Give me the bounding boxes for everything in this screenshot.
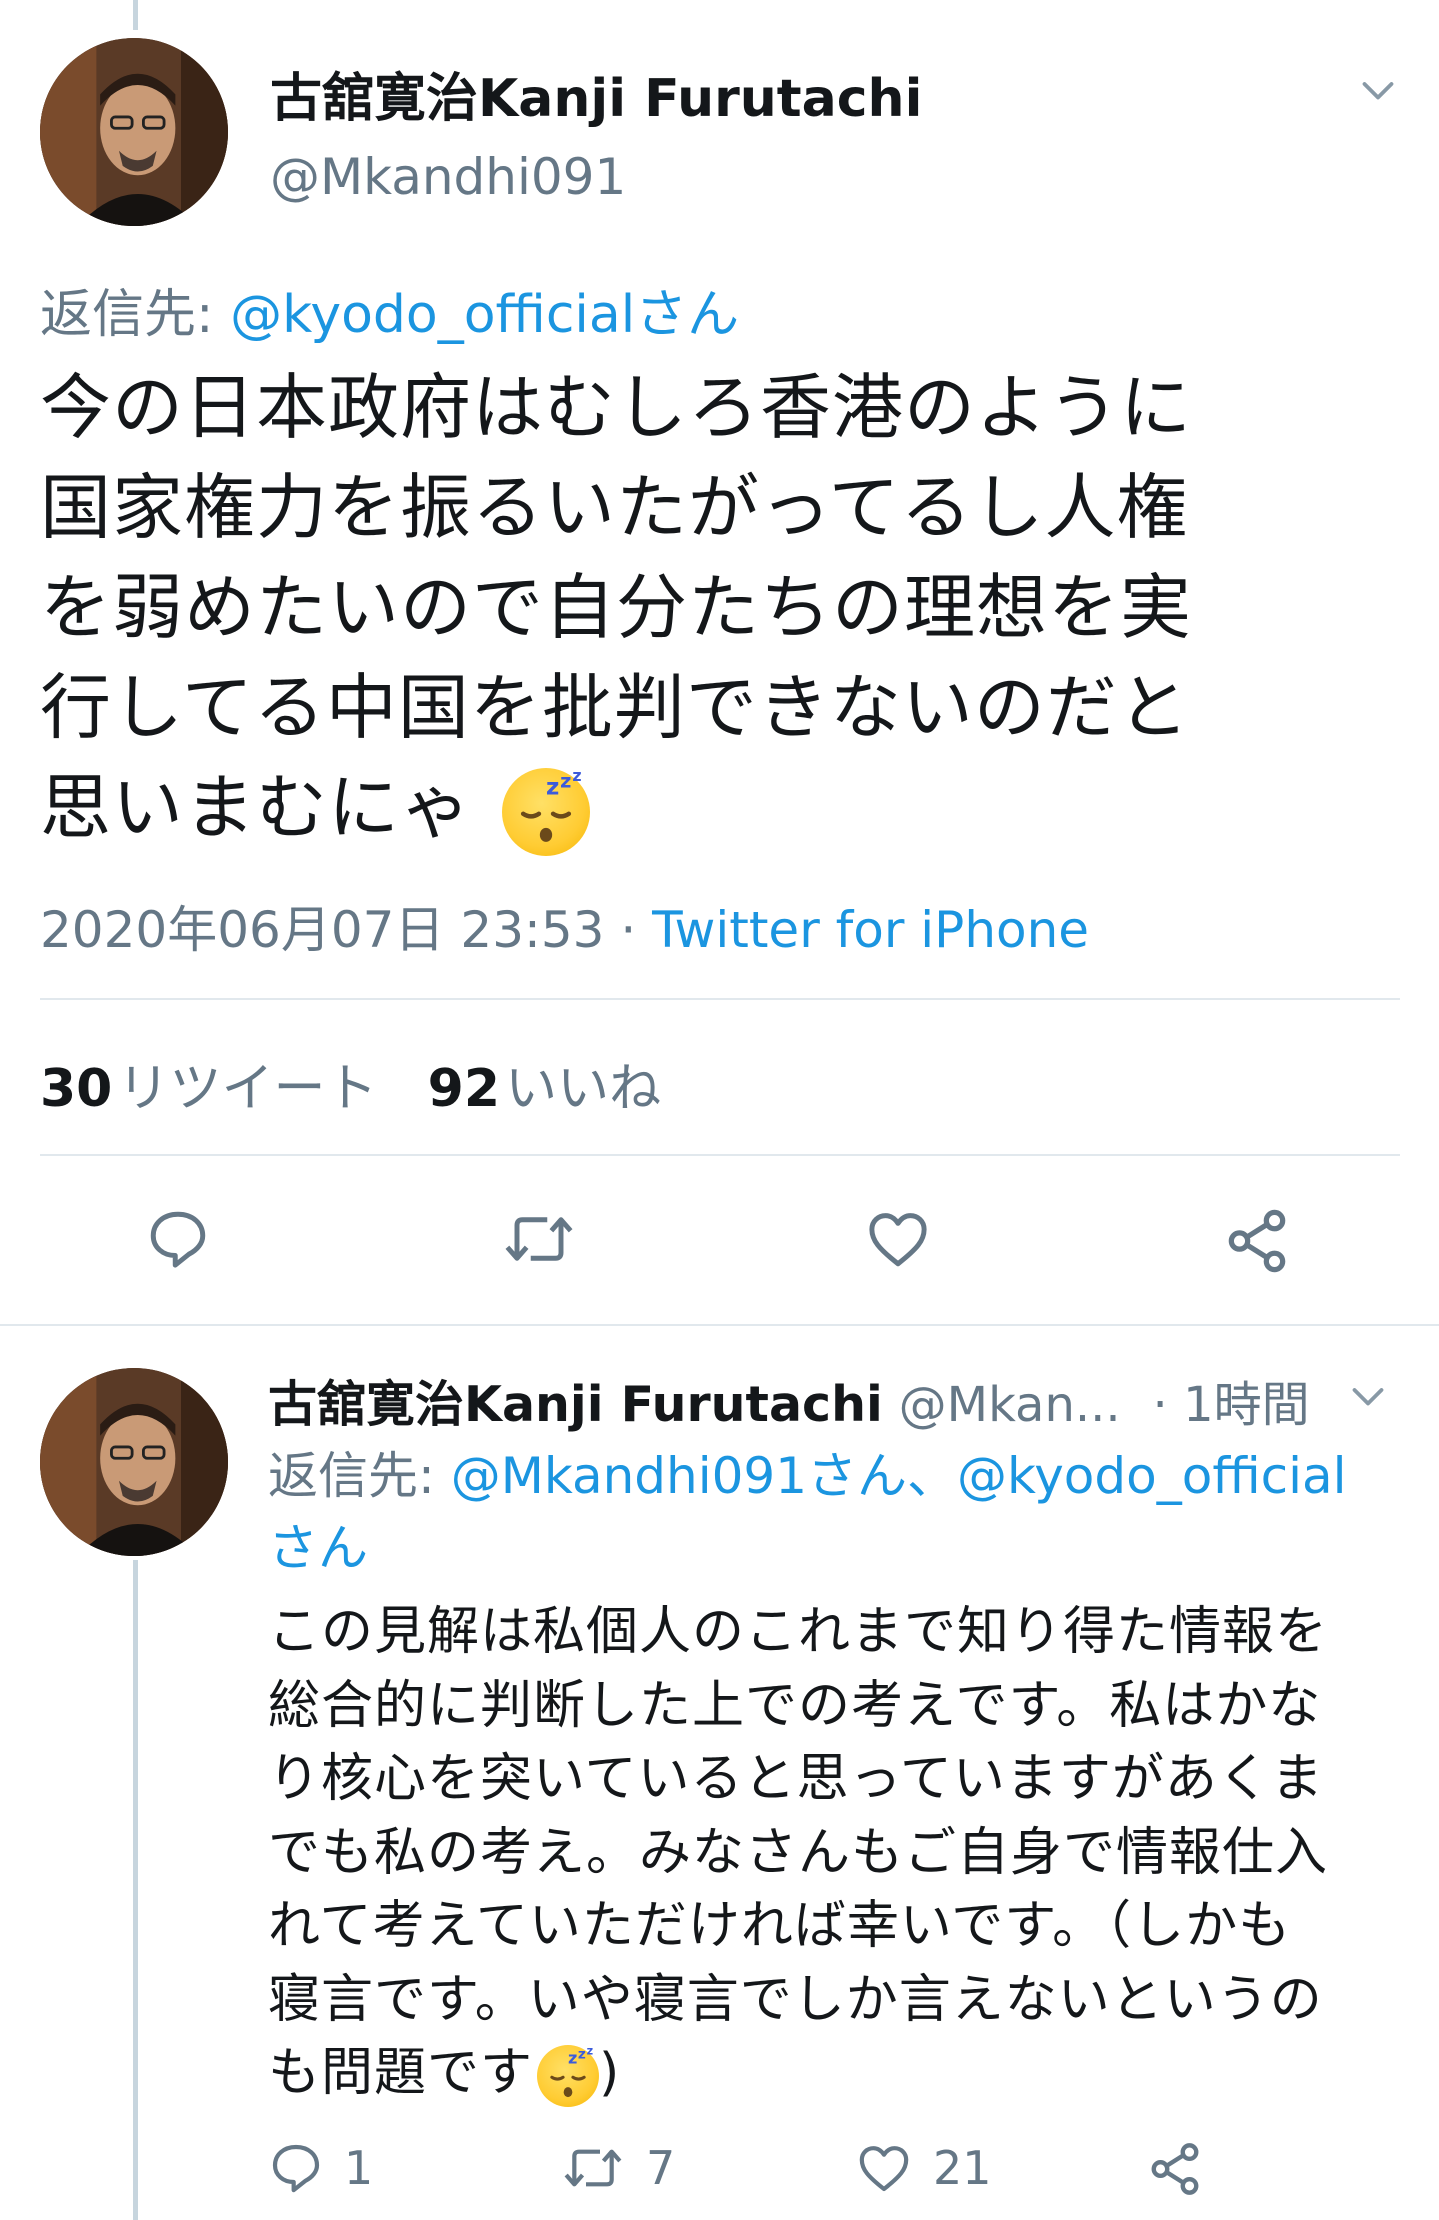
tweet-text-line: この見解は私個人のこれまで知り得た情報を xyxy=(268,1602,1329,1662)
tweet-text-line: 思いまむにゃ xyxy=(40,766,473,849)
sleeping-face-emoji-icon: z z z xyxy=(501,768,590,857)
like-button[interactable]: 21 xyxy=(855,2140,992,2196)
svg-text:z: z xyxy=(546,775,560,801)
avatar[interactable] xyxy=(40,1368,228,1556)
divider xyxy=(40,1154,1400,1156)
share-icon xyxy=(1228,1209,1286,1273)
svg-text:z: z xyxy=(572,768,582,785)
replying-to-label: 返信先: xyxy=(268,1447,451,1505)
reply-icon xyxy=(150,1211,206,1268)
retweet-icon xyxy=(505,1217,573,1261)
tweet-time: · 1時間 xyxy=(1152,1377,1310,1433)
like-icon xyxy=(859,2146,909,2192)
share-button[interactable] xyxy=(1222,1206,1292,1276)
user-handle[interactable]: @Mkandhi091 xyxy=(270,148,626,206)
reply-count: 1 xyxy=(344,2141,374,2195)
tweet-text-line: 寝言です。いや寝言でしか言えないというの xyxy=(268,1969,1323,2030)
like-button[interactable] xyxy=(864,1206,932,1272)
tweet-text-tail: ) xyxy=(599,2043,621,2103)
display-name[interactable]: 古舘寛治Kanji Furutachi xyxy=(268,1376,883,1433)
like-count[interactable]: 92 xyxy=(428,1059,500,1119)
retweet-button[interactable]: 7 xyxy=(560,2140,675,2196)
tweet-text-line: 今の日本政府はむしろ香港のように xyxy=(40,366,1193,449)
share-icon xyxy=(1151,2143,1199,2195)
replying-to-link[interactable]: さん xyxy=(268,1512,1418,1584)
retweet-count[interactable]: 30 xyxy=(40,1059,112,1119)
tweet-text-line: を弱めたいので自分たちの理想を実 xyxy=(40,566,1193,649)
tweet-text-line: 総合的に判断した上での考えです。私はかな xyxy=(268,1675,1322,1736)
timestamp-text[interactable]: 2020年06月07日 23:53 · xyxy=(40,901,652,959)
user-handle[interactable]: @Mkan... xyxy=(899,1377,1121,1433)
svg-text:z: z xyxy=(560,770,572,793)
divider xyxy=(40,998,1400,1000)
replying-to-label: 返信先: xyxy=(40,285,231,345)
replying-to-link[interactable]: @Mkandhi091さん、@kyodo_official xyxy=(451,1447,1347,1505)
display-name[interactable]: 古舘寛治Kanji Furutachi xyxy=(270,56,922,131)
tweet-separator xyxy=(0,1324,1439,1326)
chevron-down-icon[interactable] xyxy=(1360,72,1396,108)
avatar[interactable] xyxy=(40,38,228,226)
tweet-text-line: でも私の考え。みなさんもご自身で情報仕入 xyxy=(268,1822,1329,1883)
avatar-portrait xyxy=(40,38,228,226)
tweet-text-line: 国家権力を振るいたがってるし人権 xyxy=(40,466,1189,549)
reply-button[interactable] xyxy=(145,1206,211,1272)
replying-to-link[interactable]: @kyodo_officialさん xyxy=(230,285,739,345)
like-label[interactable]: いいね xyxy=(505,1059,661,1119)
retweet-button[interactable] xyxy=(500,1206,578,1272)
svg-text:z: z xyxy=(578,2047,587,2063)
reply-button[interactable]: 1 xyxy=(268,2140,373,2196)
svg-text:z: z xyxy=(568,2049,578,2068)
tweet-text-line: も問題です xyxy=(268,2043,534,2103)
retweet-icon xyxy=(564,2149,622,2187)
like-icon xyxy=(869,1213,927,1267)
source-link[interactable]: Twitter for iPhone xyxy=(652,901,1089,959)
tweet-text: 今の日本政府はむしろ香港のように 国家権力を振るいたがってるし人権 を弱めたいの… xyxy=(40,358,1420,858)
svg-text:z: z xyxy=(587,2045,594,2057)
retweet-label[interactable]: リツイート xyxy=(117,1059,377,1119)
tweet-text-line: れて考えていただければ幸いです。（しかも xyxy=(268,1896,1292,1956)
reply-tweet-text: この見解は私個人のこれまで知り得た情報を 総合的に判断した上での考えです。私はか… xyxy=(268,1596,1428,2111)
share-button[interactable] xyxy=(1146,2140,1204,2198)
tweet-text-line: 行してる中国を批判できないのだと xyxy=(40,666,1190,749)
thread-line-bottom xyxy=(133,1560,138,2220)
reply-icon xyxy=(272,2144,320,2193)
tweet-stats: 30 リツイート 92 いいね xyxy=(40,1046,661,1121)
retweet-count: 7 xyxy=(646,2141,676,2195)
tweet-text-line: り核心を突いていると思っていますがあくま xyxy=(268,1749,1324,1809)
chevron-down-icon[interactable] xyxy=(1350,1378,1386,1414)
reply-header: 古舘寛治Kanji Furutachi @Mkan... · 1時間 xyxy=(268,1365,1310,1436)
replying-to: 返信先: @Mkandhi091さん、@kyodo_official さん xyxy=(268,1440,1418,1584)
avatar-portrait xyxy=(40,1368,228,1556)
replying-to: 返信先: @kyodo_officialさん xyxy=(40,272,739,347)
thread-line-top xyxy=(133,0,138,30)
sleeping-face-emoji-icon: z z z xyxy=(537,2045,600,2107)
tweet-text-line-last: 思いまむにゃ z z z xyxy=(40,758,1420,858)
like-count: 21 xyxy=(933,2141,992,2195)
tweet-text-line-last: も問題です z z z ) xyxy=(268,2037,1428,2111)
tweet-timestamp: 2020年06月07日 23:53 · Twitter for iPhone xyxy=(40,890,1089,962)
